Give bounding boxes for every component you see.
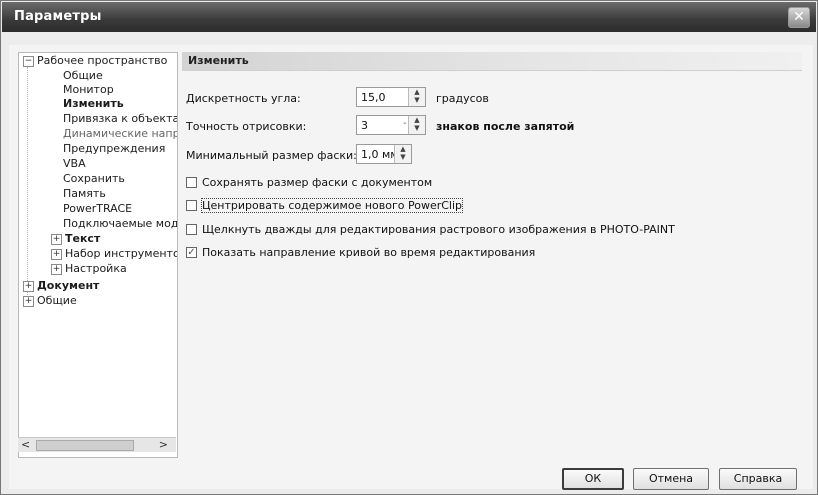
precision-spinbox[interactable]: 3 - ▲ ▼ <box>356 115 426 135</box>
tree-item-text[interactable]: Текст <box>65 232 100 246</box>
precision-unit: знаков после запятой <box>436 120 575 133</box>
tree-item-toolbox[interactable]: Набор инструментов <box>65 247 177 261</box>
expand-icon[interactable]: + <box>23 296 34 307</box>
spin-arrows-icon[interactable]: ▲ ▼ <box>394 145 411 163</box>
tree-item-memory[interactable]: Память <box>63 187 106 201</box>
show-curve-direction-checkbox[interactable]: ✓ <box>186 247 197 258</box>
tree-item-save[interactable]: Сохранить <box>63 172 125 186</box>
keep-bevel-label[interactable]: Сохранять размер фаски с документом <box>202 176 432 189</box>
angle-unit: градусов <box>436 92 489 105</box>
angle-spinbox[interactable]: 15,0 ▲ ▼ <box>356 87 426 107</box>
settings-panel: Изменить Дискретность угла: 15,0 ▲ ▼ град… <box>182 52 809 456</box>
panel-header: Изменить <box>182 52 802 71</box>
collapse-icon[interactable]: − <box>23 56 34 67</box>
keep-bevel-checkbox[interactable] <box>186 177 197 188</box>
center-powerclip-checkbox[interactable] <box>186 200 197 211</box>
center-powerclip-label[interactable]: Центрировать содержимое нового PowerClip <box>200 198 464 213</box>
angle-label: Дискретность угла: <box>186 92 301 105</box>
tree-item-edit[interactable]: Изменить <box>63 97 124 111</box>
panel-title: Изменить <box>188 54 249 67</box>
tree-guide-line <box>27 67 28 307</box>
double-click-label[interactable]: Щелкнуть дважды для редактирования растр… <box>202 223 675 236</box>
precision-label: Точность отрисовки: <box>186 120 307 133</box>
scroll-thumb[interactable] <box>36 440 134 451</box>
expand-icon[interactable]: + <box>51 264 62 275</box>
category-tree: − Рабочее пространство Общие Монитор Изм… <box>18 52 178 458</box>
angle-value: 15,0 <box>361 91 386 104</box>
ok-button[interactable]: ОК <box>562 468 624 490</box>
title-bar[interactable]: Параметры ✕ <box>2 2 816 32</box>
tree-item-warnings[interactable]: Предупреждения <box>63 142 165 156</box>
spin-arrows-icon[interactable]: ▲ ▼ <box>408 116 425 134</box>
tree-item-snap[interactable]: Привязка к объектам <box>63 112 177 126</box>
expand-icon[interactable]: + <box>51 234 62 245</box>
show-curve-direction-label[interactable]: Показать направление кривой во время ред… <box>202 246 535 259</box>
options-dialog: Параметры ✕ − Рабочее пространство Общие… <box>0 0 818 495</box>
expand-icon[interactable]: + <box>51 249 62 260</box>
tree-item-plugins[interactable]: Подключаемые модули <box>63 217 177 231</box>
spin-arrows-icon[interactable]: ▲ ▼ <box>408 88 425 106</box>
help-button[interactable]: Справка <box>719 468 797 490</box>
close-icon[interactable]: ✕ <box>788 7 810 28</box>
tree-horizontal-scrollbar[interactable]: < > <box>18 437 176 452</box>
tree-item-monitor[interactable]: Монитор <box>63 83 114 97</box>
tree-item-global[interactable]: Общие <box>37 294 77 308</box>
tree-item-dynamic-guides[interactable]: Динамические направляющие <box>63 127 177 141</box>
tree-item-vba[interactable]: VBA <box>63 157 86 171</box>
expand-icon[interactable]: + <box>23 281 34 292</box>
bevel-value: 1,0 мм <box>361 148 399 161</box>
double-click-checkbox[interactable] <box>186 224 197 235</box>
scroll-left-icon[interactable]: < <box>21 438 30 451</box>
window-title: Параметры <box>14 9 102 24</box>
precision-separator: - <box>403 118 407 129</box>
tree-item-powertrace[interactable]: PowerTRACE <box>63 202 132 216</box>
tree-item-customization[interactable]: Настройка <box>65 262 127 276</box>
scroll-right-icon[interactable]: > <box>159 438 168 451</box>
cancel-button[interactable]: Отмена <box>633 468 709 490</box>
bevel-spinbox[interactable]: 1,0 мм ▲ ▼ <box>356 144 412 164</box>
tree-item-document[interactable]: Документ <box>37 279 99 293</box>
tree-item-workspace[interactable]: Рабочее пространство <box>37 54 167 68</box>
precision-value: 3 <box>361 119 368 132</box>
tree-item-general[interactable]: Общие <box>63 69 103 83</box>
bevel-label: Минимальный размер фаски: <box>186 149 357 162</box>
